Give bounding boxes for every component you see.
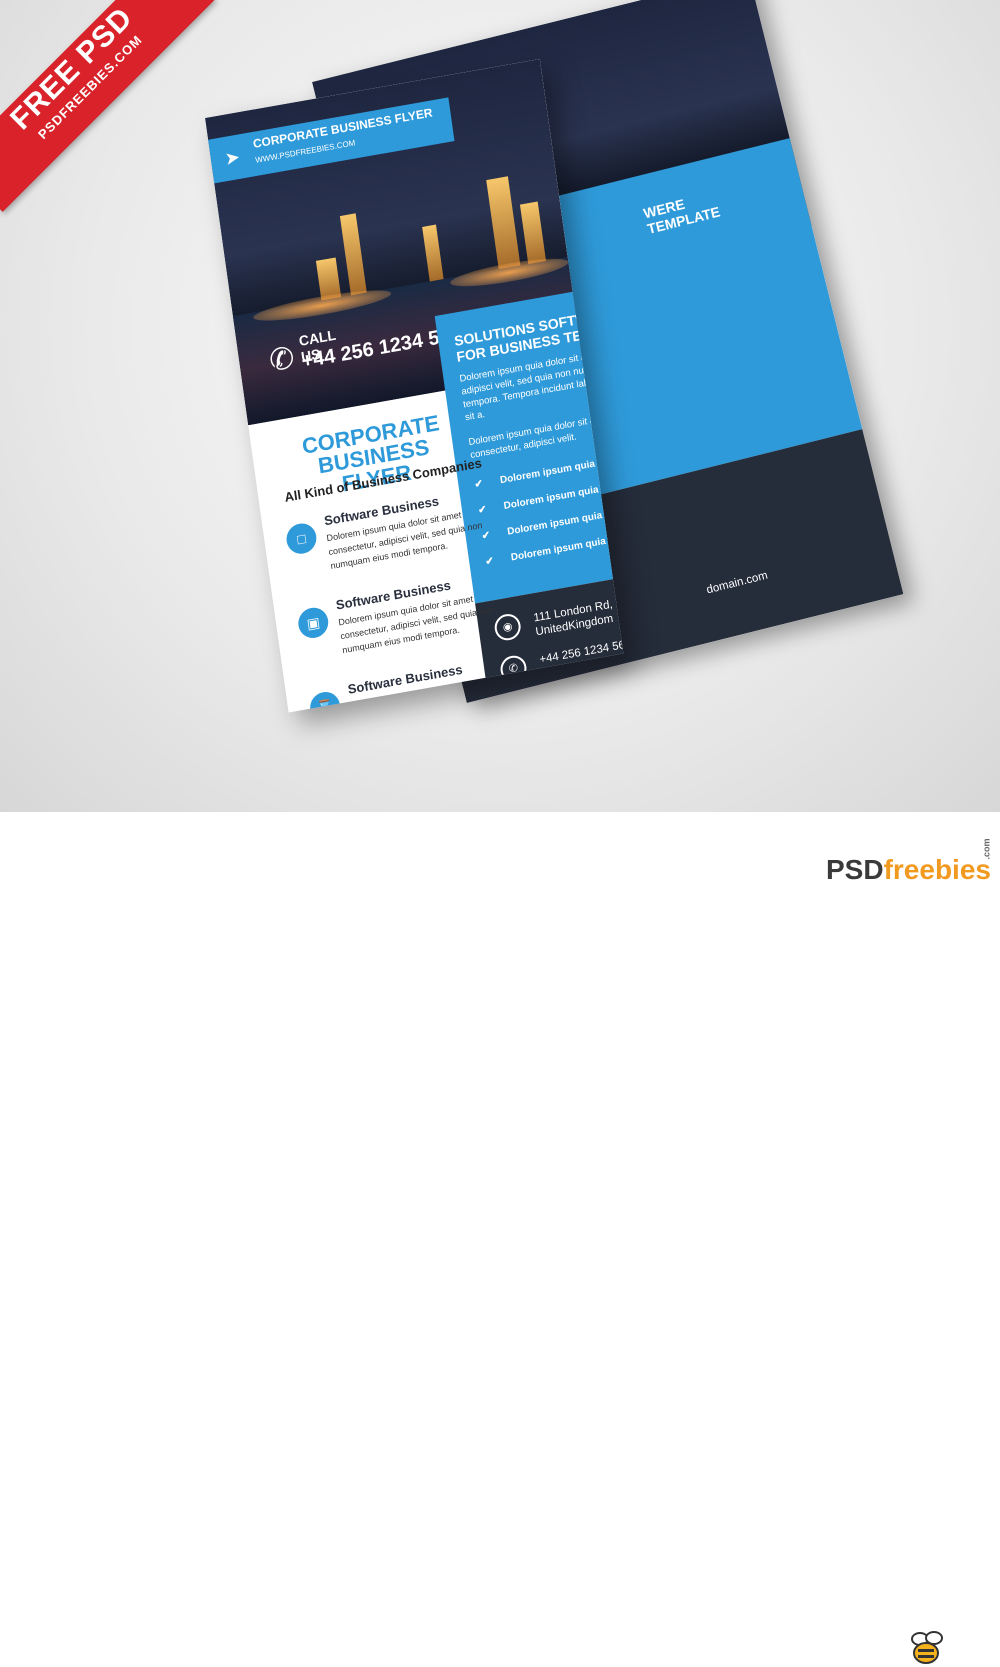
check-icon: ✔ (484, 555, 495, 569)
paper-plane-icon: ➤ (223, 146, 242, 170)
blueprint-icon: ▣ (296, 605, 331, 641)
laptop-icon: □ (284, 521, 319, 557)
mockup-scene: WERE TEMPLATE domain.com ➤ CORPORATE BUSI… (0, 0, 1000, 812)
hourglass-icon: ⌛ (308, 689, 342, 713)
bee-logo-icon (911, 1631, 943, 1664)
footer: PSDfreebies .com (0, 812, 1000, 1664)
check-icon: ✔ (473, 478, 484, 491)
free-psd-ribbon: FREE PSD PSDFREEBIES.COM (0, 0, 215, 212)
back-peek-title: WERE TEMPLATE (641, 195, 722, 237)
phone-icon: ✆ (267, 341, 297, 379)
psdfreebies-logo: PSDfreebies .com (826, 838, 992, 885)
